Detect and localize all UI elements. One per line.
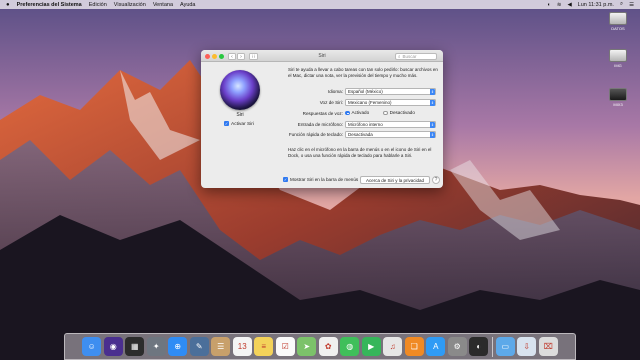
voice-label: Voz de Siri:: [319, 99, 343, 105]
language-row: Idioma: Español (México) ⇕: [281, 87, 437, 95]
dmg-icon: [609, 88, 627, 101]
popup-arrows-icon: ⇕: [430, 99, 435, 106]
app-menu[interactable]: Preferencias del Sistema: [17, 2, 82, 8]
voice-popup[interactable]: Mexicano (Femenino) ⇕: [345, 98, 436, 106]
checkmark-icon: ✓: [283, 177, 288, 183]
shortcut-row: Función rápida de teclado: Desactivada ⇕: [281, 130, 437, 138]
voice-row: Voz de Siri: Mexicano (Femenino) ⇕: [281, 98, 437, 106]
notes-icon[interactable]: ≡: [254, 337, 274, 356]
help-button[interactable]: ?: [432, 175, 440, 184]
desktop-file-mix3[interactable]: MIX3: [603, 88, 633, 107]
popup-arrows-icon: ⇕: [430, 131, 435, 138]
mission-control-icon[interactable]: ▦: [125, 337, 145, 356]
menu-view[interactable]: Visualización: [114, 2, 146, 8]
window-titlebar[interactable]: ‹ › ⁝⁝ Siri ⌕ Buscar: [201, 50, 443, 62]
siri-description: Siri te ayuda a llevar a cabo tareas con…: [288, 67, 438, 78]
mic-popup[interactable]: Micrófono interno ⇕: [345, 120, 436, 128]
voice-feedback-label: Respuestas de voz:: [302, 110, 343, 116]
language-popup[interactable]: Español (México) ⇕: [345, 87, 436, 95]
mic-label: Entrada de micrófono:: [297, 121, 343, 127]
popup-arrows-icon: ⇕: [430, 121, 435, 128]
messages-icon[interactable]: ◍: [340, 337, 360, 356]
reminders-icon[interactable]: ☑: [275, 337, 295, 356]
popup-arrows-icon: ⇕: [430, 88, 435, 95]
safari-icon[interactable]: ⊕: [168, 337, 188, 356]
show-in-menubar-label: Mostrar Siri en la barra de menús: [290, 177, 359, 182]
siri-label: Siri: [236, 112, 244, 118]
radio-deactivated-label: Desactivado: [389, 110, 415, 115]
show-in-menubar-checkbox[interactable]: ✓ Mostrar Siri en la barra de menús: [283, 177, 359, 183]
voice-feedback-radio-group: Activado Desactivado: [345, 110, 415, 116]
wifi-icon[interactable]: ≋: [557, 2, 562, 8]
unknown-app-icon[interactable]: ◐: [469, 337, 489, 356]
desktop-icon-label: DATOS: [611, 26, 625, 31]
photo-app-icon[interactable]: ✎: [189, 337, 209, 356]
siri-menu-icon[interactable]: ◐: [548, 2, 551, 8]
desktop-drive-img[interactable]: IMG: [603, 49, 633, 68]
desktop-icon-label: MIX3: [613, 102, 623, 107]
menu-edit[interactable]: Edición: [89, 2, 107, 8]
apple-menu-icon[interactable]: ●: [6, 2, 10, 8]
radio-activated[interactable]: Activado: [345, 110, 370, 116]
folder-icon[interactable]: ▭: [495, 337, 515, 356]
menu-bar: ● Preferencias del Sistema Edición Visua…: [0, 0, 640, 9]
search-icon: ⌕: [398, 53, 401, 59]
system-preferences-icon[interactable]: ⚙: [447, 337, 467, 356]
radio-on-icon: [345, 110, 350, 116]
checkmark-icon: ✓: [224, 121, 229, 126]
finder-icon[interactable]: ☺: [82, 337, 102, 356]
shortcut-popup[interactable]: Desactivada ⇕: [345, 130, 436, 138]
app-store-icon[interactable]: A: [426, 337, 446, 356]
language-label: Idioma:: [327, 88, 343, 94]
notification-center-icon[interactable]: ☰: [629, 2, 634, 8]
launchpad-icon[interactable]: ✦: [146, 337, 166, 356]
drive-icon: [609, 12, 627, 25]
mic-value: Micrófono interno: [348, 121, 383, 127]
photos-icon[interactable]: ✿: [318, 337, 338, 356]
menu-help[interactable]: Ayuda: [180, 2, 196, 8]
desktop-drive-datos[interactable]: DATOS: [603, 12, 633, 31]
ibooks-icon[interactable]: ❏: [404, 337, 424, 356]
status-area: ◐ ≋ ◀ Lun 11:31 p.m. ⌕ ☰: [548, 0, 635, 9]
privacy-button[interactable]: Acerca de Siri y la privacidad: [360, 175, 430, 184]
menu-window[interactable]: Ventana: [153, 2, 173, 8]
contacts-icon[interactable]: ☰: [211, 337, 231, 356]
maps-icon[interactable]: ➤: [297, 337, 317, 356]
radio-off-icon: [383, 110, 388, 116]
facetime-icon[interactable]: ▶: [361, 337, 381, 356]
activate-siri-label: Activar Siri: [231, 121, 254, 127]
radio-activated-label: Activado: [351, 110, 370, 115]
search-placeholder: Buscar: [402, 53, 417, 59]
voice-feedback-row: Respuestas de voz: Activado Desactivado: [281, 109, 437, 117]
dock: ☺ ◉ ▦ ✦ ⊕ ✎ ☰ 13 ≡ ☑ ➤ ✿ ◍ ▶ ♫ ❏ A ⚙ ◐ ▭ ⇩ ⌧: [64, 333, 576, 360]
itunes-icon[interactable]: ♫: [383, 337, 403, 356]
siri-icon: [220, 70, 260, 110]
search-field[interactable]: ⌕ Buscar: [395, 52, 437, 60]
language-value: Español (México): [348, 88, 383, 94]
usage-hint: Haz clic en el micrófono en la barra de …: [288, 147, 432, 158]
dock-separator: [491, 336, 493, 357]
desktop-icon-label: IMG: [614, 63, 622, 68]
mic-row: Entrada de micrófono: Micrófono interno …: [281, 120, 437, 128]
radio-deactivated[interactable]: Desactivado: [383, 110, 415, 116]
downloads-icon[interactable]: ⇩: [517, 337, 537, 356]
trash-icon[interactable]: ⌧: [538, 337, 558, 356]
volume-icon[interactable]: ◀: [567, 2, 571, 8]
search-icon[interactable]: ⌕: [620, 1, 623, 8]
drive-icon: [609, 49, 627, 62]
activate-siri-checkbox[interactable]: ✓ Activar Siri: [224, 121, 254, 127]
clock[interactable]: Lun 11:31 p.m.: [578, 2, 614, 8]
voice-value: Mexicano (Femenino): [348, 99, 392, 105]
calendar-icon[interactable]: 13: [232, 337, 252, 356]
siri-preferences-window: ‹ › ⁝⁝ Siri ⌕ Buscar Siri ✓ Activar Siri …: [201, 50, 443, 188]
siri-icon[interactable]: ◉: [103, 337, 123, 356]
shortcut-value: Desactivada: [348, 131, 373, 137]
shortcut-label: Función rápida de teclado:: [288, 131, 343, 137]
